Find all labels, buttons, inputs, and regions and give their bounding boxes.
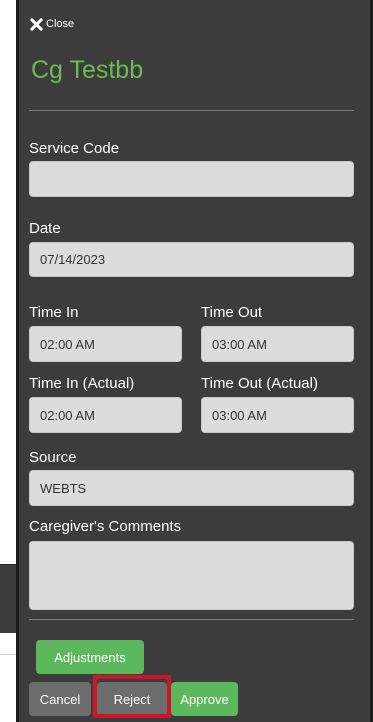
reject-button[interactable]: Reject — [97, 682, 167, 716]
cancel-button[interactable]: Cancel — [29, 682, 91, 716]
time-out-actual-label: Time Out (Actual) — [201, 375, 318, 392]
time-in-actual-field[interactable]: 02:00 AM — [29, 397, 182, 433]
timesheet-detail-panel: Close Cg Testbb Service Code Date 07/14/… — [16, 0, 373, 722]
close-label: Close — [46, 18, 75, 30]
time-out-field[interactable]: 03:00 AM — [201, 326, 354, 362]
approve-button[interactable]: Approve — [171, 682, 238, 716]
time-in-actual-label: Time In (Actual) — [29, 375, 135, 392]
title-divider — [29, 110, 354, 111]
caregiver-name-title: Cg Testbb — [31, 56, 144, 84]
footer-divider — [29, 619, 354, 620]
service-code-label: Service Code — [29, 140, 120, 157]
date-field[interactable]: 07/14/2023 — [29, 242, 354, 277]
service-code-field[interactable] — [29, 161, 354, 197]
date-label: Date — [29, 220, 61, 237]
source-label: Source — [29, 449, 77, 466]
adjustments-button[interactable]: Adjustments — [36, 640, 144, 674]
time-in-field[interactable]: 02:00 AM — [29, 326, 182, 362]
comments-label: Caregiver's Comments — [29, 518, 182, 535]
close-icon — [30, 17, 43, 31]
source-field[interactable]: WEBTS — [29, 470, 354, 506]
close-button[interactable]: Close — [30, 14, 74, 34]
time-in-label: Time In — [29, 304, 79, 321]
time-out-label: Time Out — [201, 304, 263, 321]
comments-textarea[interactable] — [29, 541, 354, 610]
time-out-actual-field[interactable]: 03:00 AM — [201, 397, 354, 433]
